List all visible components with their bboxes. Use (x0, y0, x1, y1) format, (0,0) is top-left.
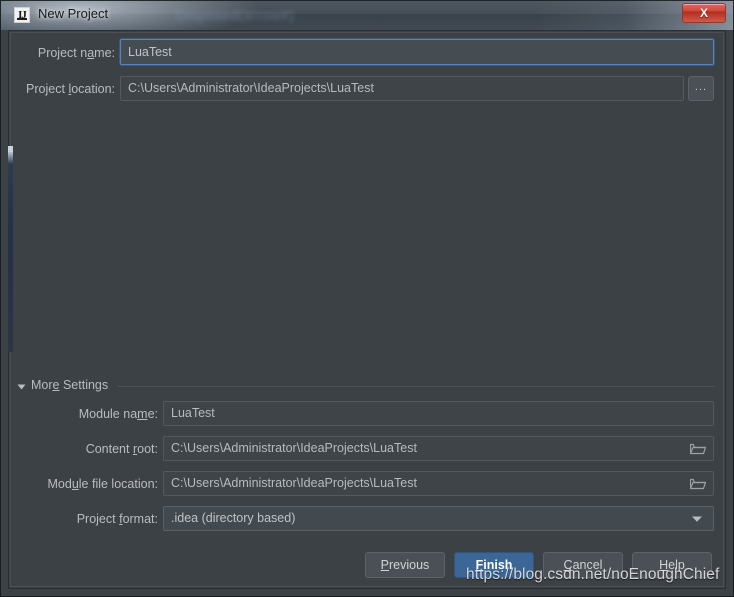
chevron-down-icon[interactable] (691, 515, 703, 523)
background-window-ghost-title: Disposed(arrow#) (176, 7, 295, 23)
more-settings-divider (118, 386, 715, 387)
project-location-browse-button[interactable]: ... (688, 76, 714, 101)
new-project-dialog-window: IJ New Project Disposed(arrow#) X Projec… (0, 0, 734, 597)
folder-icon[interactable] (690, 477, 706, 490)
content-root-label: Content root: (85, 442, 158, 456)
project-format-label: Project format: (76, 512, 158, 526)
intellij-idea-icon: IJ (14, 7, 30, 23)
module-name-input[interactable]: LuaTest (163, 401, 714, 426)
title-bar[interactable]: IJ New Project Disposed(arrow#) X (0, 0, 734, 30)
module-file-location-label: Module file location: (47, 477, 159, 491)
content-root-input[interactable]: C:\Users\Administrator\IdeaProjects\LuaT… (163, 436, 714, 461)
module-file-location-input[interactable]: C:\Users\Administrator\IdeaProjects\LuaT… (163, 471, 714, 496)
project-location-label: Project location: (26, 82, 115, 96)
close-icon: X (699, 6, 708, 20)
window-title: New Project (38, 6, 109, 21)
folder-icon[interactable] (690, 442, 706, 455)
project-name-label: Project name: (37, 46, 115, 60)
watermark-text: https://blog.csdn.net/noEnoughChief (466, 566, 720, 583)
close-button[interactable]: X (682, 3, 726, 23)
chevron-down-icon (17, 384, 26, 390)
dialog-content-inner (10, 32, 724, 587)
module-name-label: Module name: (78, 407, 158, 421)
project-format-select[interactable]: .idea (directory based) (163, 506, 714, 531)
project-name-input[interactable]: LuaTest (120, 39, 714, 65)
intellij-idea-icon-bar (17, 18, 27, 20)
more-settings-label: More Settings (31, 378, 109, 392)
titlebar-highlight-line (0, 0, 734, 1)
previous-button[interactable]: Previous (365, 552, 445, 578)
project-location-input[interactable]: C:\Users\Administrator\IdeaProjects\LuaT… (120, 76, 684, 101)
wizard-accent-strip (8, 152, 13, 352)
ellipsis-icon: ... (694, 80, 708, 93)
